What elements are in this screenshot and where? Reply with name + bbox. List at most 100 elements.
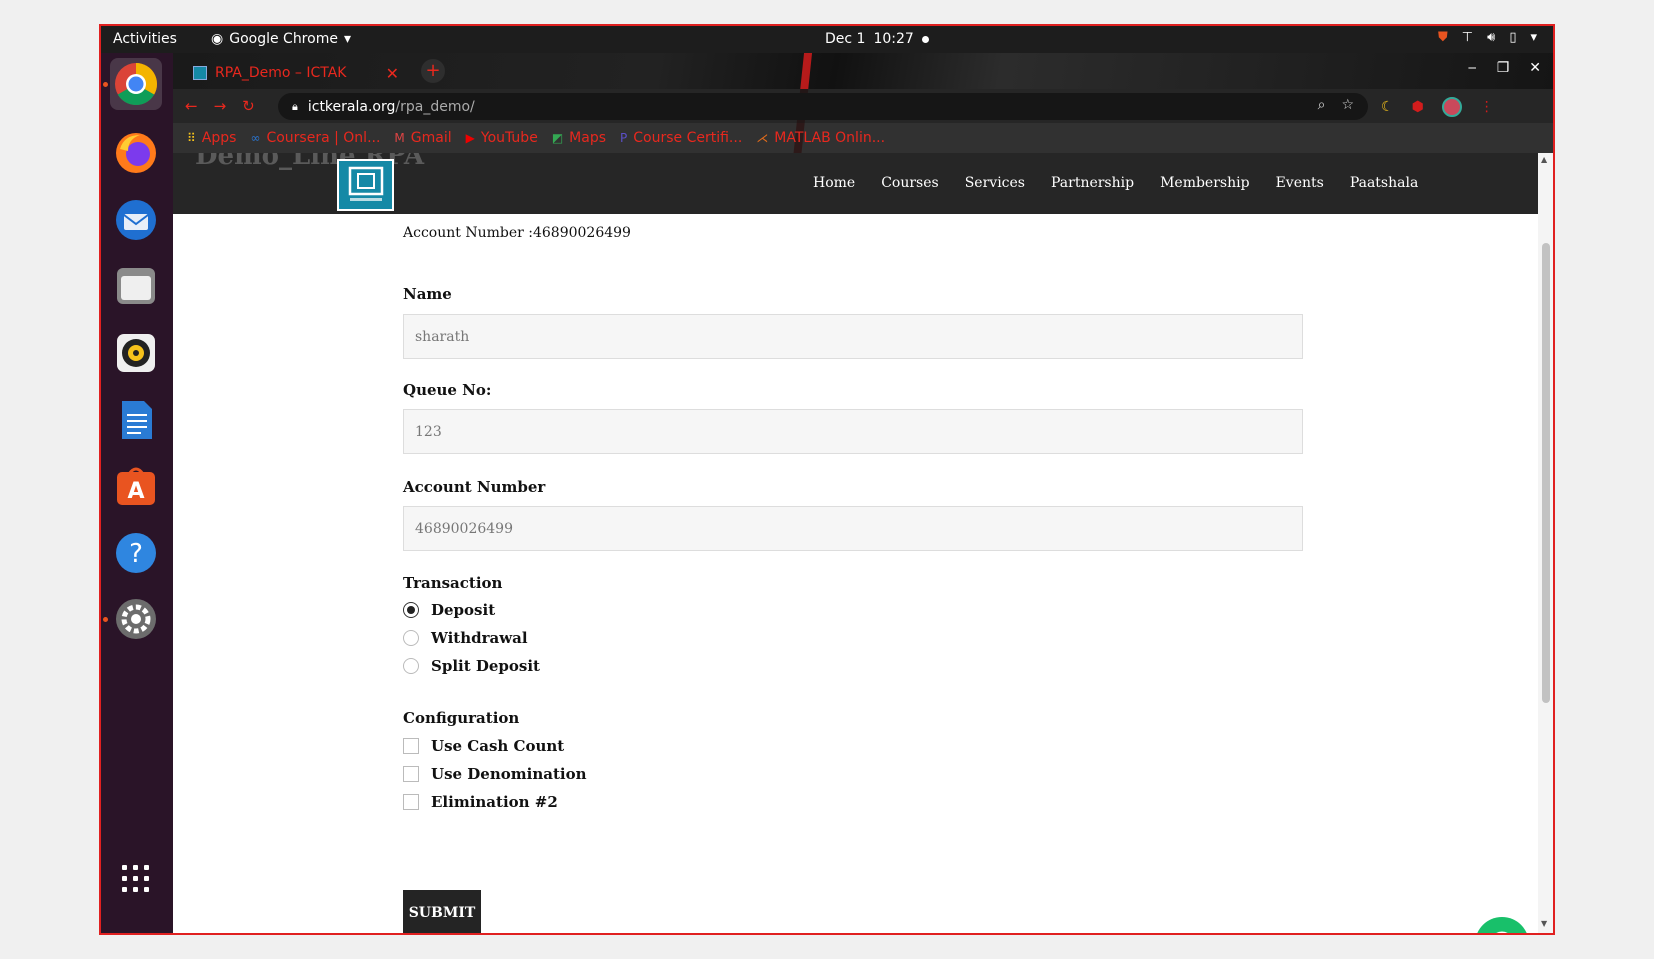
settings-gear-icon (116, 599, 156, 639)
shield-icon[interactable]: ⛊ (1438, 30, 1448, 45)
system-tray[interactable]: ⛊ ⊤ 🔊︎ ▯ ▾ (1438, 30, 1537, 45)
name-input[interactable] (403, 314, 1303, 359)
site-menu: Home Courses Services Partnership Membership… (813, 175, 1418, 191)
submit-button[interactable]: SUBMIT (403, 890, 481, 933)
queue-input[interactable] (403, 409, 1303, 454)
site-menu-item[interactable]: Home (813, 175, 855, 191)
app-menu[interactable]: ◉ Google Chrome ▾ (211, 31, 351, 47)
new-tab-button[interactable]: + (421, 59, 445, 83)
zoom-icon[interactable]: ⌕ (1318, 97, 1326, 113)
dock-show-apps[interactable] (110, 853, 162, 905)
site-menu-item[interactable]: Membership (1160, 175, 1249, 191)
web-page: Demo_Line RPA Home Courses Services Partner… (173, 153, 1538, 933)
radio-button[interactable] (403, 602, 419, 618)
transaction-option[interactable]: Withdrawal (403, 629, 528, 647)
help-icon: ? (116, 533, 156, 573)
gmail-icon: M (394, 131, 405, 145)
bookmark-item[interactable]: M Gmail (394, 130, 451, 146)
bookmark-item[interactable]: ⠿ Apps (187, 130, 236, 146)
checkbox[interactable] (403, 766, 419, 782)
dock-writer[interactable] (110, 394, 162, 446)
bookmarks-bar: ⠿ Apps ∞ Coursera | Onl... M Gmail ▶ YouTube ◩ Ma… (173, 123, 1553, 153)
scrollbar-thumb[interactable] (1542, 243, 1550, 703)
favicon-icon (193, 66, 207, 80)
transaction-option[interactable]: Deposit (403, 601, 495, 619)
radio-button[interactable] (403, 658, 419, 674)
chat-widget-button[interactable] (1475, 917, 1529, 933)
transaction-option[interactable]: Split Deposit (403, 657, 540, 675)
tab-strip: RPA_Demo – ICTAK ✕ + ‒ ❐ ✕ (173, 53, 1553, 168)
checkbox[interactable] (403, 738, 419, 754)
menu-kebab-icon[interactable]: ⋮ (1480, 99, 1494, 115)
chevron-down-icon[interactable]: ▾ (1530, 30, 1537, 45)
configuration-option-label: Use Denomination (431, 765, 587, 783)
restore-icon[interactable]: ❐ (1497, 60, 1510, 76)
dark-mode-extension-icon[interactable]: ☾ (1381, 99, 1394, 115)
dock-files[interactable] (110, 260, 162, 312)
forward-icon[interactable]: → (214, 97, 227, 115)
scroll-up-icon[interactable]: ▲ (1541, 155, 1547, 164)
lock-icon[interactable]: 🔒︎ (292, 100, 298, 114)
bookmark-item[interactable]: ◩ Maps (552, 130, 606, 146)
bookmark-item[interactable]: ∞ Coursera | Onl... (250, 130, 380, 146)
profile-avatar-icon[interactable] (1441, 97, 1462, 117)
volume-icon[interactable]: 🔊︎ (1487, 30, 1495, 45)
chat-bubble-icon (1496, 931, 1508, 933)
course-icon: P (620, 131, 628, 145)
bookmark-item[interactable]: P Course Certifi... (620, 130, 742, 146)
dock-settings[interactable] (110, 593, 162, 645)
maps-icon: ◩ (551, 131, 564, 145)
bookmark-label: Coursera | Onl... (266, 130, 381, 146)
dock-rhythmbox[interactable] (110, 327, 162, 379)
configuration-option[interactable]: Use Denomination (403, 765, 587, 783)
minimize-icon[interactable]: ‒ (1468, 60, 1477, 76)
window-controls: ‒ ❐ ✕ (1468, 60, 1541, 76)
browser-toolbar: ← → ↻ 🔒︎ ictkerala.org /rpa_demo/ ⌕ ☆ ☾ … (173, 89, 1553, 123)
extension-red-icon[interactable]: ⬢ (1412, 99, 1424, 115)
activities-button[interactable]: Activities (113, 31, 177, 47)
site-menu-item[interactable]: Partnership (1051, 175, 1134, 191)
close-window-icon[interactable]: ✕ (1529, 60, 1541, 76)
desktop-screen: Activities ◉ Google Chrome ▾ Dec 1 10:27… (99, 24, 1555, 935)
transaction-option-label: Withdrawal (431, 629, 528, 647)
bookmark-item[interactable]: ▶ YouTube (466, 130, 538, 146)
system-top-bar: Activities ◉ Google Chrome ▾ Dec 1 10:27… (101, 26, 1553, 53)
dock-thunderbird[interactable] (110, 194, 162, 246)
thunderbird-icon (116, 200, 156, 240)
reload-icon[interactable]: ↻ (242, 97, 255, 115)
tab-rpa-demo[interactable]: RPA_Demo – ICTAK ✕ (183, 57, 413, 89)
site-header: Demo_Line RPA Home Courses Services Partner… (173, 153, 1538, 214)
site-menu-item[interactable]: Services (965, 175, 1025, 191)
site-menu-item[interactable]: Courses (881, 175, 939, 191)
network-icon[interactable]: ⊤ (1462, 30, 1473, 45)
bookmark-star-icon[interactable]: ☆ (1341, 97, 1354, 113)
site-menu-item[interactable]: Events (1276, 175, 1324, 191)
back-icon[interactable]: ← (185, 97, 198, 115)
account-number-input[interactable] (403, 506, 1303, 551)
dock-chrome[interactable] (110, 58, 162, 110)
radio-button[interactable] (403, 630, 419, 646)
account-number-heading: Account Number :46890026499 (403, 225, 631, 241)
running-indicator-icon (103, 617, 108, 622)
scroll-down-icon[interactable]: ▼ (1541, 919, 1547, 928)
site-menu-item[interactable]: Paatshala (1350, 175, 1418, 191)
app-grid-icon (122, 865, 149, 892)
configuration-label: Configuration (403, 709, 520, 727)
bookmark-item[interactable]: ⋌ MATLAB Onlin... (756, 130, 885, 146)
battery-icon[interactable]: ▯ (1509, 30, 1516, 45)
writer-icon (122, 401, 152, 439)
page-scrollbar[interactable]: ▲ ▼ (1538, 153, 1553, 933)
configuration-option[interactable]: Elimination #2 (403, 793, 558, 811)
close-tab-icon[interactable]: ✕ (386, 64, 399, 83)
configuration-option[interactable]: Use Cash Count (403, 737, 564, 755)
dock-help[interactable]: ? (110, 527, 162, 579)
checkbox[interactable] (403, 794, 419, 810)
files-icon (117, 268, 155, 304)
ict-academy-logo[interactable] (337, 159, 394, 211)
clock[interactable]: Dec 1 10:27 (825, 31, 929, 47)
dock-software[interactable]: A (110, 460, 162, 512)
transaction-label: Transaction (403, 574, 503, 592)
address-bar[interactable]: 🔒︎ ictkerala.org /rpa_demo/ ⌕ ☆ (278, 93, 1368, 120)
chrome-small-icon: ◉ (211, 31, 224, 47)
dock-firefox[interactable] (110, 127, 162, 179)
